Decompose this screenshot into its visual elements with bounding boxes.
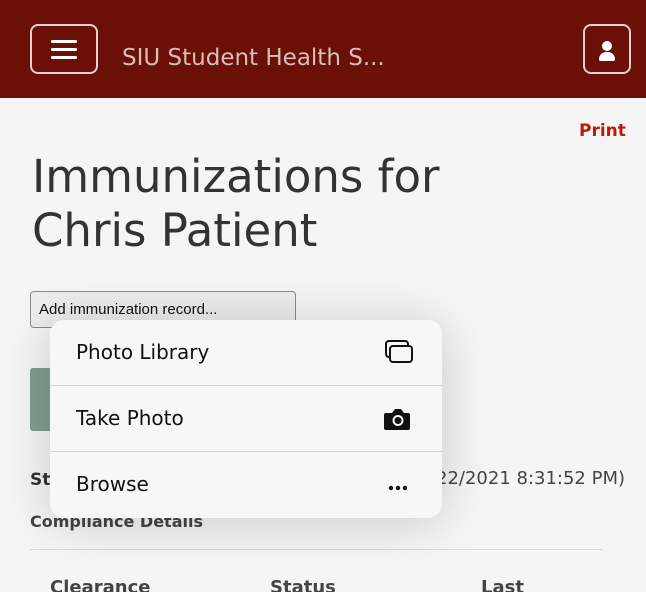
menu-icon-bar <box>51 47 77 51</box>
column-header-status: Status <box>270 577 336 592</box>
popover-item-photo-library[interactable]: Photo Library <box>50 320 442 386</box>
user-account-button[interactable] <box>583 24 631 74</box>
photo-library-icon <box>385 340 413 363</box>
popover-item-label: Browse <box>76 472 149 496</box>
page: SIU Student Health S... Print Immunizati… <box>0 0 646 592</box>
user-icon <box>602 41 612 51</box>
menu-icon-bar <box>51 55 77 59</box>
ellipsis-icon <box>388 485 408 491</box>
popover-item-browse[interactable]: Browse <box>50 452 442 518</box>
print-link[interactable]: Print <box>579 121 626 141</box>
page-title-line-2: Chris Patient <box>32 204 318 257</box>
column-header-last: Last <box>481 577 524 592</box>
divider <box>30 549 602 550</box>
user-icon-body <box>599 52 615 61</box>
popover-item-take-photo[interactable]: Take Photo <box>50 386 442 452</box>
popover-item-label: Photo Library <box>76 340 210 364</box>
hamburger-menu-button[interactable] <box>30 24 98 74</box>
menu-icon-bar <box>51 39 77 43</box>
app-title[interactable]: SIU Student Health S... <box>122 45 385 71</box>
camera-icon <box>384 409 410 430</box>
file-source-popover: Photo Library Take Photo Browse <box>50 320 442 518</box>
page-title-line-1: Immunizations for <box>32 150 440 203</box>
page-title: Immunizations for Chris Patient <box>32 150 592 258</box>
column-header-clearance: Clearance <box>50 577 151 592</box>
status-date: 22/2021 8:31:52 PM) <box>436 468 626 489</box>
popover-item-label: Take Photo <box>76 406 184 430</box>
top-nav-bar: SIU Student Health S... <box>0 0 646 98</box>
status-label: St <box>30 470 51 490</box>
